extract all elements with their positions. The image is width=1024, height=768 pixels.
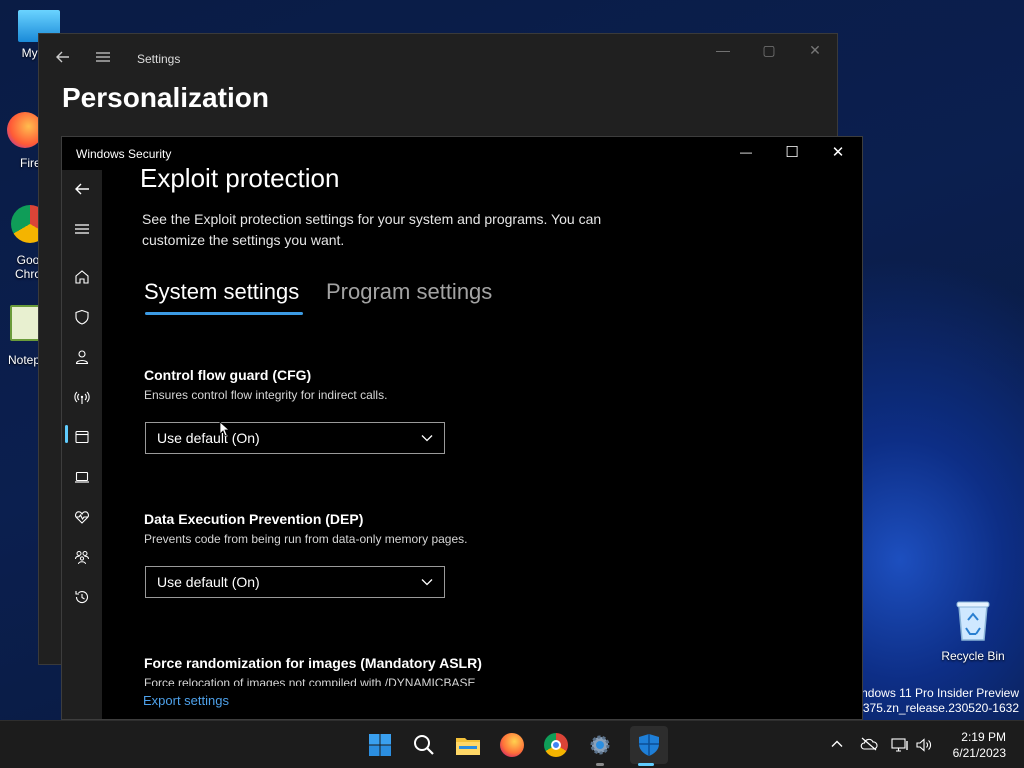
shield-icon[interactable] [62, 302, 102, 332]
desktop-icon-label: Notep [8, 353, 41, 367]
close-button[interactable]: ✕ [800, 42, 830, 62]
minimize-button[interactable]: — [708, 42, 738, 62]
security-active-indicator [638, 763, 654, 766]
file-explorer-icon[interactable] [454, 731, 482, 759]
tab-program-settings[interactable]: Program settings [326, 279, 492, 305]
aslr-description: Force relocation of images not compiled … [144, 676, 476, 686]
account-person-icon[interactable] [62, 342, 102, 372]
menu-hamburger-icon[interactable] [95, 49, 111, 70]
exploit-protection-page: Exploit protection See the Exploit prote… [102, 137, 862, 719]
dep-dropdown[interactable]: Use default (On) [145, 566, 445, 598]
app-browser-control-icon[interactable] [62, 422, 102, 452]
nav-rail [62, 170, 102, 719]
chevron-down-icon [421, 579, 433, 586]
device-security-laptop-icon[interactable] [62, 462, 102, 492]
tab-system-settings[interactable]: System settings [144, 279, 299, 305]
aslr-title: Force randomization for images (Mandator… [144, 655, 482, 671]
page-title: Exploit protection [140, 163, 340, 193]
page-description: See the Exploit protection settings for … [142, 211, 602, 248]
home-icon[interactable] [62, 262, 102, 292]
family-options-icon[interactable] [62, 542, 102, 572]
network-icon[interactable] [891, 737, 909, 753]
chrome-icon[interactable] [542, 731, 570, 759]
clock-date: 6/21/2023 [952, 746, 1006, 760]
desktop-icon-recycle-bin[interactable]: Recycle Bin [938, 598, 1008, 663]
cfg-dropdown-value: Use default (On) [157, 430, 260, 446]
windows-security-icon[interactable] [630, 726, 668, 764]
firefox-icon[interactable] [498, 731, 526, 759]
clock-time: 2:19 PM [961, 730, 1006, 744]
dep-title: Data Execution Prevention (DEP) [144, 511, 364, 527]
settings-running-indicator [596, 763, 604, 766]
build-watermark-line1: indows 11 Pro Insider Preview [858, 686, 1019, 700]
history-icon[interactable] [62, 582, 102, 612]
chevron-down-icon [421, 435, 433, 442]
tab-selected-underline [145, 312, 303, 315]
search-icon[interactable] [410, 731, 438, 759]
back-arrow-icon[interactable] [55, 49, 71, 70]
volume-icon[interactable] [915, 737, 933, 753]
back-arrow-icon[interactable] [62, 174, 102, 204]
chevron-up-icon[interactable] [828, 737, 846, 753]
cloud-offline-icon[interactable] [860, 737, 878, 753]
recycle-bin-label: Recycle Bin [941, 649, 1005, 663]
network-antenna-icon[interactable] [62, 382, 102, 412]
settings-gear-icon[interactable] [586, 731, 614, 759]
menu-hamburger-icon[interactable] [62, 214, 102, 244]
notepad-icon [10, 305, 40, 341]
health-heart-icon[interactable] [62, 502, 102, 532]
taskbar-clock[interactable]: 2:19 PM 6/21/2023 [953, 729, 1006, 761]
mouse-cursor-icon [219, 421, 229, 437]
export-settings-link[interactable]: Export settings [143, 693, 229, 708]
dep-description: Prevents code from being run from data-o… [144, 532, 468, 546]
recycle-bin-icon [956, 601, 990, 641]
start-icon[interactable] [366, 731, 394, 759]
dep-dropdown-value: Use default (On) [157, 574, 260, 590]
taskbar: 2:19 PM 6/21/2023 [0, 720, 1024, 768]
window-title: Settings [137, 52, 181, 66]
cfg-description: Ensures control flow integrity for indir… [144, 388, 388, 402]
cfg-dropdown[interactable]: Use default (On) [145, 422, 445, 454]
windows-security-window[interactable]: Windows Security — ☐ ✕ Exploit protectio… [61, 136, 863, 720]
cfg-title: Control flow guard (CFG) [144, 367, 312, 383]
page-title: Personalization [62, 82, 269, 113]
build-watermark-line2: 25375.zn_release.230520-1632 [849, 701, 1019, 715]
maximize-button[interactable]: ▢ [754, 42, 784, 62]
